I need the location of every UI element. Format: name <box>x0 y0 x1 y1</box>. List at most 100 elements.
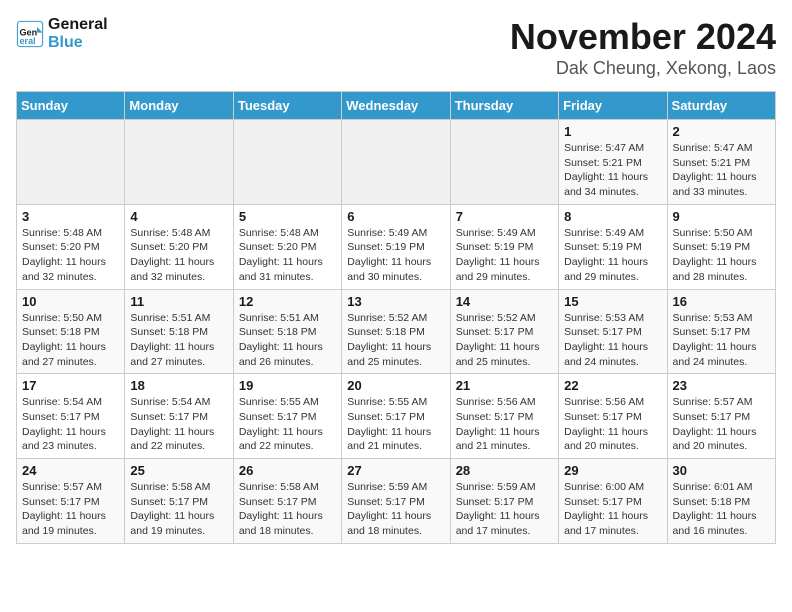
day-number: 20 <box>347 378 444 393</box>
day-info: Sunrise: 5:57 AMSunset: 5:17 PMDaylight:… <box>673 395 770 454</box>
day-info: Sunrise: 5:58 AMSunset: 5:17 PMDaylight:… <box>130 480 227 539</box>
calendar-header-row: SundayMondayTuesdayWednesdayThursdayFrid… <box>17 92 776 120</box>
day-info: Sunrise: 5:49 AMSunset: 5:19 PMDaylight:… <box>564 226 661 285</box>
day-info: Sunrise: 5:52 AMSunset: 5:17 PMDaylight:… <box>456 311 553 370</box>
header: Gen eral General Blue November 2024 Dak … <box>16 16 776 79</box>
logo-icon: Gen eral <box>16 20 44 48</box>
day-number: 29 <box>564 463 661 478</box>
day-header-sunday: Sunday <box>17 92 125 120</box>
calendar-cell: 16 Sunrise: 5:53 AMSunset: 5:17 PMDayligh… <box>667 289 775 374</box>
day-header-friday: Friday <box>559 92 667 120</box>
calendar-cell: 22 Sunrise: 5:56 AMSunset: 5:17 PMDayligh… <box>559 374 667 459</box>
calendar-week-1: 3 Sunrise: 5:48 AMSunset: 5:20 PMDaylight… <box>17 204 776 289</box>
calendar-cell: 8 Sunrise: 5:49 AMSunset: 5:19 PMDaylight… <box>559 204 667 289</box>
day-number: 19 <box>239 378 336 393</box>
day-number: 8 <box>564 209 661 224</box>
calendar-cell: 5 Sunrise: 5:48 AMSunset: 5:20 PMDaylight… <box>233 204 341 289</box>
day-number: 6 <box>347 209 444 224</box>
day-number: 23 <box>673 378 770 393</box>
calendar-cell <box>342 120 450 205</box>
calendar-cell: 23 Sunrise: 5:57 AMSunset: 5:17 PMDayligh… <box>667 374 775 459</box>
day-info: Sunrise: 5:56 AMSunset: 5:17 PMDaylight:… <box>564 395 661 454</box>
calendar-cell: 20 Sunrise: 5:55 AMSunset: 5:17 PMDayligh… <box>342 374 450 459</box>
location-title: Dak Cheung, Xekong, Laos <box>510 58 776 79</box>
calendar-cell: 19 Sunrise: 5:55 AMSunset: 5:17 PMDayligh… <box>233 374 341 459</box>
calendar-cell: 3 Sunrise: 5:48 AMSunset: 5:20 PMDaylight… <box>17 204 125 289</box>
day-info: Sunrise: 5:54 AMSunset: 5:17 PMDaylight:… <box>130 395 227 454</box>
day-info: Sunrise: 5:51 AMSunset: 5:18 PMDaylight:… <box>239 311 336 370</box>
calendar-cell: 7Sunrise: 5:49 AMSunset: 5:19 PMDaylight… <box>450 204 558 289</box>
calendar-week-0: 1 Sunrise: 5:47 AMSunset: 5:21 PMDaylight… <box>17 120 776 205</box>
calendar-cell: 24Sunrise: 5:57 AMSunset: 5:17 PMDayligh… <box>17 459 125 544</box>
day-number: 2 <box>673 124 770 139</box>
calendar-cell: 11 Sunrise: 5:51 AMSunset: 5:18 PMDayligh… <box>125 289 233 374</box>
day-number: 11 <box>130 294 227 309</box>
svg-text:eral: eral <box>20 35 36 45</box>
calendar: SundayMondayTuesdayWednesdayThursdayFrid… <box>16 91 776 544</box>
calendar-cell: 10Sunrise: 5:50 AMSunset: 5:18 PMDayligh… <box>17 289 125 374</box>
day-number: 22 <box>564 378 661 393</box>
day-number: 18 <box>130 378 227 393</box>
day-header-monday: Monday <box>125 92 233 120</box>
day-header-tuesday: Tuesday <box>233 92 341 120</box>
day-number: 14 <box>456 294 553 309</box>
day-info: Sunrise: 5:55 AMSunset: 5:17 PMDaylight:… <box>239 395 336 454</box>
day-number: 3 <box>22 209 119 224</box>
day-info: Sunrise: 6:00 AMSunset: 5:17 PMDaylight:… <box>564 480 661 539</box>
title-area: November 2024 Dak Cheung, Xekong, Laos <box>510 16 776 79</box>
day-info: Sunrise: 5:47 AMSunset: 5:21 PMDaylight:… <box>564 141 661 200</box>
day-info: Sunrise: 5:48 AMSunset: 5:20 PMDaylight:… <box>239 226 336 285</box>
calendar-cell: 13 Sunrise: 5:52 AMSunset: 5:18 PMDayligh… <box>342 289 450 374</box>
day-number: 28 <box>456 463 553 478</box>
day-number: 26 <box>239 463 336 478</box>
day-number: 1 <box>564 124 661 139</box>
day-number: 30 <box>673 463 770 478</box>
day-info: Sunrise: 5:55 AMSunset: 5:17 PMDaylight:… <box>347 395 444 454</box>
day-number: 16 <box>673 294 770 309</box>
day-info: Sunrise: 6:01 AMSunset: 5:18 PMDaylight:… <box>673 480 770 539</box>
calendar-cell <box>125 120 233 205</box>
logo: Gen eral General Blue <box>16 16 108 51</box>
calendar-week-4: 24Sunrise: 5:57 AMSunset: 5:17 PMDayligh… <box>17 459 776 544</box>
day-info: Sunrise: 5:56 AMSunset: 5:17 PMDaylight:… <box>456 395 553 454</box>
day-number: 25 <box>130 463 227 478</box>
calendar-cell: 12 Sunrise: 5:51 AMSunset: 5:18 PMDayligh… <box>233 289 341 374</box>
calendar-week-3: 17 Sunrise: 5:54 AMSunset: 5:17 PMDayligh… <box>17 374 776 459</box>
day-header-thursday: Thursday <box>450 92 558 120</box>
calendar-cell: 29 Sunrise: 6:00 AMSunset: 5:17 PMDayligh… <box>559 459 667 544</box>
day-info: Sunrise: 5:49 AMSunset: 5:19 PMDaylight:… <box>347 226 444 285</box>
calendar-cell: 21Sunrise: 5:56 AMSunset: 5:17 PMDayligh… <box>450 374 558 459</box>
calendar-cell: 28 Sunrise: 5:59 AMSunset: 5:17 PMDayligh… <box>450 459 558 544</box>
day-info: Sunrise: 5:53 AMSunset: 5:17 PMDaylight:… <box>673 311 770 370</box>
day-number: 4 <box>130 209 227 224</box>
day-number: 15 <box>564 294 661 309</box>
day-header-saturday: Saturday <box>667 92 775 120</box>
calendar-cell: 27Sunrise: 5:59 AMSunset: 5:17 PMDayligh… <box>342 459 450 544</box>
day-info: Sunrise: 5:59 AMSunset: 5:17 PMDaylight:… <box>456 480 553 539</box>
day-number: 5 <box>239 209 336 224</box>
logo-text: General Blue <box>48 16 108 51</box>
day-info: Sunrise: 5:58 AMSunset: 5:17 PMDaylight:… <box>239 480 336 539</box>
calendar-cell: 26 Sunrise: 5:58 AMSunset: 5:17 PMDayligh… <box>233 459 341 544</box>
calendar-cell: 17Sunrise: 5:54 AMSunset: 5:17 PMDayligh… <box>17 374 125 459</box>
day-info: Sunrise: 5:48 AMSunset: 5:20 PMDaylight:… <box>130 226 227 285</box>
day-info: Sunrise: 5:48 AMSunset: 5:20 PMDaylight:… <box>22 226 119 285</box>
calendar-cell: 1 Sunrise: 5:47 AMSunset: 5:21 PMDaylight… <box>559 120 667 205</box>
day-number: 9 <box>673 209 770 224</box>
calendar-cell <box>450 120 558 205</box>
day-info: Sunrise: 5:57 AMSunset: 5:17 PMDaylight:… <box>22 480 119 539</box>
day-info: Sunrise: 5:51 AMSunset: 5:18 PMDaylight:… <box>130 311 227 370</box>
day-number: 12 <box>239 294 336 309</box>
calendar-cell <box>17 120 125 205</box>
day-info: Sunrise: 5:52 AMSunset: 5:18 PMDaylight:… <box>347 311 444 370</box>
calendar-cell: 15Sunrise: 5:53 AMSunset: 5:17 PMDayligh… <box>559 289 667 374</box>
day-info: Sunrise: 5:50 AMSunset: 5:18 PMDaylight:… <box>22 311 119 370</box>
day-number: 17 <box>22 378 119 393</box>
calendar-cell: 18 Sunrise: 5:54 AMSunset: 5:17 PMDayligh… <box>125 374 233 459</box>
day-number: 7 <box>456 209 553 224</box>
day-number: 13 <box>347 294 444 309</box>
calendar-cell: 9Sunrise: 5:50 AMSunset: 5:19 PMDaylight… <box>667 204 775 289</box>
month-title: November 2024 <box>510 16 776 58</box>
calendar-cell: 30 Sunrise: 6:01 AMSunset: 5:18 PMDayligh… <box>667 459 775 544</box>
calendar-cell: 2Sunrise: 5:47 AMSunset: 5:21 PMDaylight… <box>667 120 775 205</box>
